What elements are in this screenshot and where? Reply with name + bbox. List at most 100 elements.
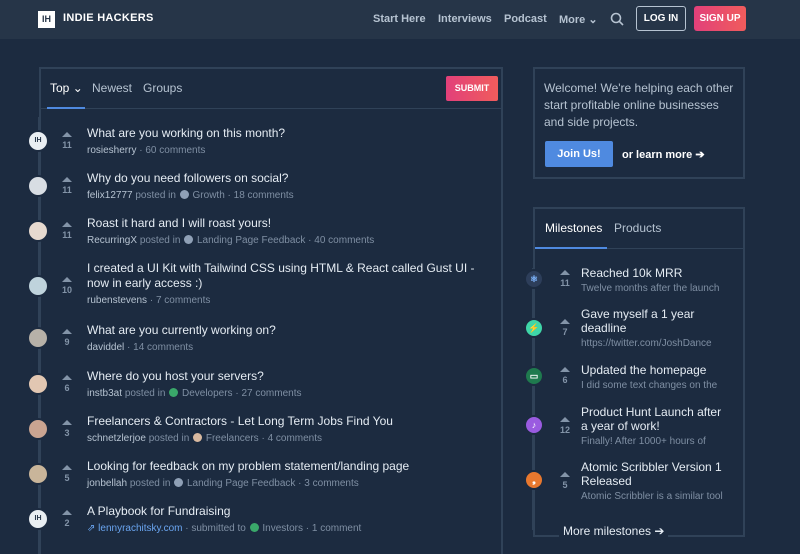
post-group[interactable]: Investors xyxy=(262,523,303,534)
logo-icon[interactable]: IH xyxy=(38,11,55,28)
chevron-down-icon: ⌄ xyxy=(588,14,598,26)
upvote-icon xyxy=(62,510,72,515)
avatar[interactable]: IH xyxy=(27,508,49,530)
post-link[interactable]: lennyrachitsky.com xyxy=(98,523,182,534)
external-link-icon: ⇗ xyxy=(87,523,96,534)
post-meta: rosiesherry · 60 comments xyxy=(87,145,206,156)
posted-in-label: posted in xyxy=(129,478,171,489)
upvote-icon xyxy=(62,277,72,282)
tab-newest[interactable]: Newest xyxy=(92,81,132,95)
milestone-title[interactable]: Reached 10k MRR xyxy=(581,266,731,280)
upvote-icon xyxy=(62,375,72,380)
group-icon xyxy=(184,235,194,244)
signup-button[interactable]: SIGN UP xyxy=(694,6,746,31)
post-group[interactable]: Growth xyxy=(193,190,225,201)
group-icon xyxy=(193,433,203,442)
upvote-button[interactable]: 11 xyxy=(555,270,575,288)
post-comments[interactable]: 14 comments xyxy=(133,342,193,353)
post-author[interactable]: rosiesherry xyxy=(87,145,136,156)
upvote-button[interactable]: 7 xyxy=(555,319,575,337)
post-author[interactable]: schnetzlerjoe xyxy=(87,433,146,444)
post-group[interactable]: Freelancers xyxy=(206,433,259,444)
milestone-title[interactable]: Updated the homepage xyxy=(581,363,731,377)
upvote-button[interactable]: 3 xyxy=(57,420,77,438)
upvote-button[interactable]: 11 xyxy=(57,222,77,240)
avatar[interactable] xyxy=(27,220,49,242)
milestone-title[interactable]: Product Hunt Launch after a year of work… xyxy=(581,405,731,433)
upvote-button[interactable]: 11 xyxy=(57,132,77,150)
post-title[interactable]: Where do you host your servers? xyxy=(87,369,487,384)
post-comments[interactable]: 27 comments xyxy=(241,388,301,399)
upvote-button[interactable]: 9 xyxy=(57,329,77,347)
post-comments[interactable]: 7 comments xyxy=(156,295,210,306)
active-tab-indicator xyxy=(47,107,85,109)
vote-count: 5 xyxy=(64,473,70,483)
react-icon: ⚛ xyxy=(524,269,544,289)
post-comments[interactable]: 40 comments xyxy=(314,235,374,246)
tab-top[interactable]: Top ⌄ xyxy=(50,81,83,95)
nav-more[interactable]: More ⌄ xyxy=(559,13,598,26)
join-button[interactable]: Join Us! xyxy=(545,141,613,167)
post-author[interactable]: daviddel xyxy=(87,342,124,353)
posted-in-label: posted in xyxy=(148,433,190,444)
post-comments[interactable]: 3 comments xyxy=(304,478,358,489)
post-title[interactable]: Roast it hard and I will roast yours! xyxy=(87,216,487,231)
post-title[interactable]: Looking for feedback on my problem state… xyxy=(87,459,487,474)
post-group[interactable]: Landing Page Feedback xyxy=(187,478,295,489)
post-comments[interactable]: 4 comments xyxy=(268,433,322,444)
milestone-title[interactable]: Atomic Scribbler Version 1 Released xyxy=(581,460,731,488)
avatar[interactable] xyxy=(27,327,49,349)
welcome-panel: Welcome! We're helping each other start … xyxy=(533,67,745,179)
upvote-button[interactable]: 6 xyxy=(57,375,77,393)
tab-milestones[interactable]: Milestones xyxy=(545,221,602,235)
post-author[interactable]: jonbellah xyxy=(87,478,127,489)
upvote-button[interactable]: 5 xyxy=(555,472,575,490)
upvote-button[interactable]: 11 xyxy=(57,177,77,195)
post-group[interactable]: Developers xyxy=(182,388,233,399)
avatar[interactable] xyxy=(27,275,49,297)
post-author[interactable]: RecurringX xyxy=(87,235,137,246)
upvote-button[interactable]: 12 xyxy=(555,417,575,435)
post-title[interactable]: What are you working on this month? xyxy=(87,126,487,141)
upvote-button[interactable]: 5 xyxy=(57,465,77,483)
avatar[interactable]: IH xyxy=(27,130,49,152)
learn-more-link[interactable]: or learn more ➔ xyxy=(622,148,705,161)
tab-products[interactable]: Products xyxy=(614,221,661,235)
nav-interviews[interactable]: Interviews xyxy=(438,13,492,25)
upvote-icon xyxy=(62,420,72,425)
group-icon xyxy=(179,190,189,199)
post-title[interactable]: A Playbook for Fundraising xyxy=(87,504,487,519)
submit-button[interactable]: SUBMIT xyxy=(446,76,498,101)
upvote-icon xyxy=(62,177,72,182)
group-icon xyxy=(249,523,259,532)
avatar[interactable] xyxy=(27,463,49,485)
brand-name[interactable]: INDIE HACKERS xyxy=(63,12,154,24)
nav-podcast[interactable]: Podcast xyxy=(504,13,547,25)
post-comments[interactable]: 18 comments xyxy=(234,190,294,201)
post-author[interactable]: felix12777 xyxy=(87,190,133,201)
avatar[interactable] xyxy=(27,373,49,395)
search-icon[interactable] xyxy=(610,12,624,26)
upvote-button[interactable]: 6 xyxy=(555,367,575,385)
post-group[interactable]: Landing Page Feedback xyxy=(197,235,305,246)
upvote-button[interactable]: 10 xyxy=(57,277,77,295)
post-author[interactable]: rubenstevens xyxy=(87,295,147,306)
vote-count: 11 xyxy=(62,230,72,240)
tab-groups[interactable]: Groups xyxy=(143,81,182,95)
avatar[interactable] xyxy=(27,175,49,197)
post-author[interactable]: instb3at xyxy=(87,388,122,399)
more-milestones-link[interactable]: More milestones ➔ xyxy=(559,524,669,538)
post-title[interactable]: I created a UI Kit with Tailwind CSS usi… xyxy=(87,261,487,291)
post-title[interactable]: Why do you need followers on social? xyxy=(87,171,487,186)
post-comments[interactable]: 60 comments xyxy=(145,145,205,156)
post-title[interactable]: What are you currently working on? xyxy=(87,323,487,338)
post-comments[interactable]: 1 comment xyxy=(312,523,361,534)
milestone-desc: Atomic Scribbler is a similar tool xyxy=(581,491,723,502)
post-title[interactable]: Freelancers & Contractors - Let Long Ter… xyxy=(87,414,487,429)
nav-start-here[interactable]: Start Here xyxy=(373,13,426,25)
milestone-title[interactable]: Gave myself a 1 year deadline xyxy=(581,307,731,335)
upvote-button[interactable]: 2 xyxy=(57,510,77,528)
login-button[interactable]: LOG IN xyxy=(636,6,686,31)
post-meta: felix12777 posted in Growth · 18 comment… xyxy=(87,190,294,201)
avatar[interactable] xyxy=(27,418,49,440)
